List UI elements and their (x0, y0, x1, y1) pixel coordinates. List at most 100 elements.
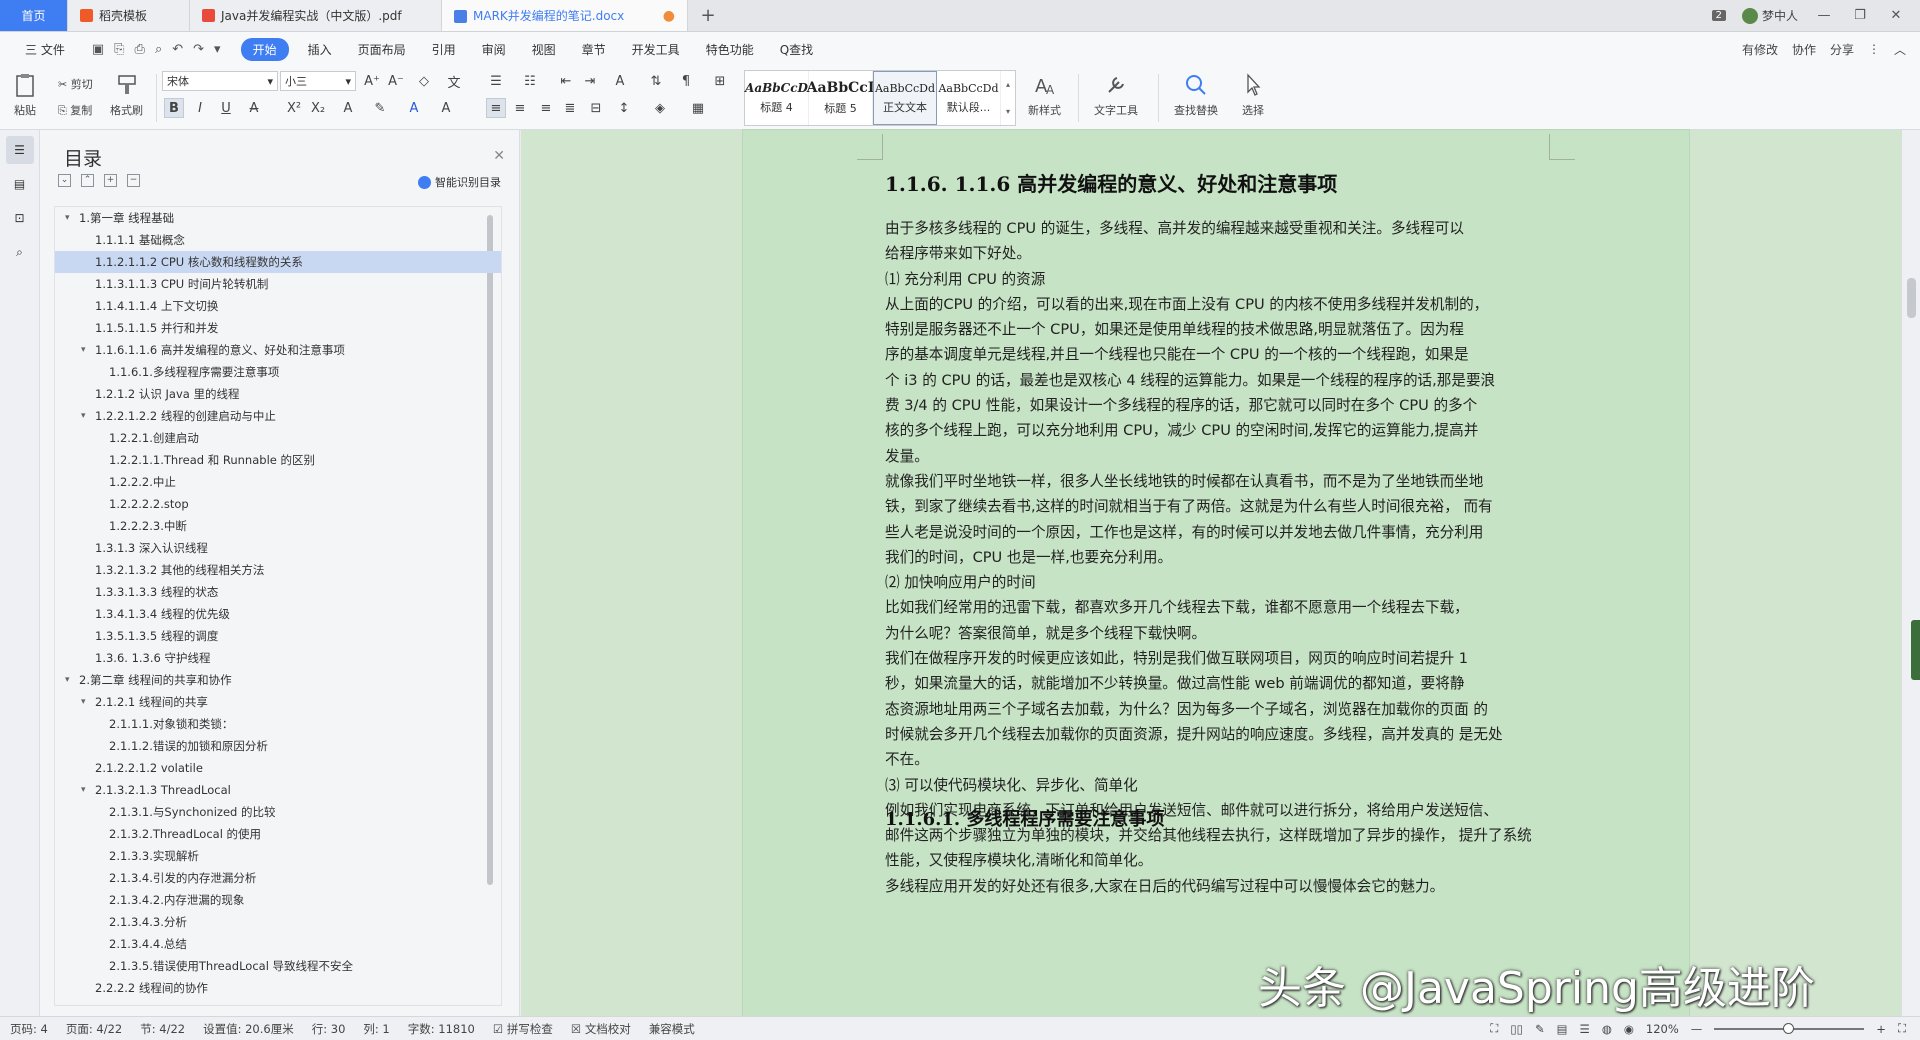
align-right-icon[interactable]: ≡ (536, 98, 556, 118)
toc-item[interactable]: ▾ 2.第二章 线程间的共享和协作 (55, 669, 501, 691)
add-heading-icon[interactable]: + (104, 174, 117, 187)
remove-heading-icon[interactable]: − (127, 174, 140, 187)
status-pages[interactable]: 页面: 4/22 (66, 1021, 122, 1037)
toc-item[interactable]: 1.1.3.1.1.3 CPU 时间片轮转机制 (55, 273, 501, 295)
toc-item[interactable]: ▾ 1.第一章 线程基础 (55, 207, 501, 229)
side-panel-handle[interactable] (1911, 620, 1920, 680)
line-spacing-icon[interactable]: ↕ (614, 98, 634, 118)
toc-item[interactable]: 2.1.3.4.2.内存泄漏的现象 (55, 889, 501, 911)
toc-item[interactable]: 2.1.3.5.错误使用ThreadLocal 导致线程不安全 (55, 955, 501, 977)
pages-panel-icon[interactable]: ▤ (6, 170, 34, 198)
clear-format-icon[interactable]: ◇ (414, 71, 434, 91)
status-word-count[interactable]: 字数: 11810 (408, 1021, 475, 1037)
subscript-icon[interactable]: X₂ (308, 98, 328, 118)
menu-references[interactable]: 引用 (419, 41, 469, 58)
collapse-all-icon[interactable]: ⌄ (58, 174, 71, 187)
style-body-text[interactable]: AaBbCcDd 正文文本 (873, 71, 937, 125)
style-heading-5[interactable]: AaBbCcI 标题 5 (807, 71, 874, 125)
zoom-slider-knob[interactable] (1783, 1022, 1795, 1034)
numbered-list-icon[interactable]: ☷ (520, 71, 540, 91)
page-view-icon[interactable]: ▤ (1557, 1022, 1568, 1036)
expand-arrow-icon[interactable]: ▾ (81, 779, 86, 801)
increase-indent-icon[interactable]: ⇥ (580, 71, 600, 91)
bookmark-panel-icon[interactable]: ⊡ (6, 204, 34, 232)
toc-item[interactable]: 2.1.1.1.对象锁和类锁： (55, 713, 501, 735)
expand-arrow-icon[interactable]: ▾ (81, 691, 86, 713)
toc-panel-icon[interactable]: ☰ (5, 136, 34, 164)
toc-item[interactable]: 2.1.1.2.错误的加锁和原因分析 (55, 735, 501, 757)
web-view-icon[interactable]: ◍ (1602, 1022, 1612, 1036)
menu-developer[interactable]: 开发工具 (619, 41, 693, 58)
toc-item[interactable]: 1.3.4.1.3.4 线程的优先级 (55, 603, 501, 625)
zoom-in-icon[interactable]: + (1876, 1022, 1886, 1036)
new-style-button[interactable]: AA 新样式 (1028, 72, 1061, 118)
font-name-select[interactable]: 宋体 ▾ (162, 71, 278, 91)
zoom-slider[interactable] (1714, 1022, 1865, 1034)
find-replace-button[interactable]: 查找替换 (1174, 72, 1218, 118)
toc-item[interactable]: ▾ 2.1.3.2.1.3 ThreadLocal (55, 779, 501, 801)
customize-icon[interactable]: ▾ (214, 42, 221, 57)
new-tab-button[interactable]: + (688, 0, 728, 31)
find-panel-icon[interactable]: ⌕ (6, 238, 34, 266)
menu-layout[interactable]: 页面布局 (345, 41, 419, 58)
write-mode-icon[interactable]: ✎ (1535, 1022, 1545, 1036)
toc-item[interactable]: 1.2.2.2.中止 (55, 471, 501, 493)
menu-insert[interactable]: 插入 (295, 41, 345, 58)
toc-item[interactable]: 2.1.3.3.实现解析 (55, 845, 501, 867)
menu-section[interactable]: 章节 (569, 41, 619, 58)
outline-view-icon[interactable]: ☰ (1580, 1022, 1590, 1036)
toc-item[interactable]: 1.2.1.2 认识 Java 里的线程 (55, 383, 501, 405)
toc-item[interactable]: 2.1.3.2.ThreadLocal 的使用 (55, 823, 501, 845)
toc-item[interactable]: 1.1.5.1.1.5 并行和并发 (55, 317, 501, 339)
distribute-icon[interactable]: ⊟ (586, 98, 606, 118)
window-count-badge[interactable]: 2 (1711, 10, 1726, 21)
status-column[interactable]: 列: 1 (363, 1021, 389, 1037)
toc-item[interactable]: 1.1.2.1.1.2 CPU 核心数和线程数的关系 (55, 251, 501, 273)
tab-docer-templates[interactable]: 稻壳模板 (68, 0, 190, 31)
toc-item[interactable]: 1.1.1.1 基础概念 (55, 229, 501, 251)
toc-item[interactable]: 1.2.2.1.创建启动 (55, 427, 501, 449)
toc-item[interactable]: 1.1.4.1.1.4 上下文切换 (55, 295, 501, 317)
font-color-icon[interactable]: A (404, 98, 424, 118)
redo-icon[interactable]: ↷ (193, 42, 204, 57)
highlight-icon[interactable]: ✎ (370, 98, 390, 118)
bullet-list-icon[interactable]: ☰ (486, 71, 506, 91)
menu-review[interactable]: 审阅 (469, 41, 519, 58)
shrink-font-icon[interactable]: A⁻ (386, 71, 406, 91)
tab-home[interactable]: 首页 (0, 0, 68, 31)
status-line[interactable]: 行: 30 (312, 1021, 346, 1037)
toc-item[interactable]: 2.1.2.2.1.2 volatile (55, 757, 501, 779)
fit-page-icon[interactable]: ⛶ (1898, 1021, 1906, 1036)
spell-check-button[interactable]: ☑ 拼写检查 (493, 1021, 553, 1037)
text-tool-button[interactable]: 文字工具 (1094, 72, 1138, 118)
save-icon[interactable]: ▣ (92, 42, 104, 57)
toc-item[interactable]: 1.3.6. 1.3.6 守护线程 (55, 647, 501, 669)
chevron-up-icon[interactable]: ▴ (1006, 80, 1010, 89)
toc-item[interactable]: 1.3.1.3 深入认识线程 (55, 537, 501, 559)
more-icon[interactable]: ⋮ (1868, 42, 1880, 56)
status-position[interactable]: 设置值: 20.6厘米 (203, 1021, 294, 1037)
print-icon[interactable]: ⎙ (135, 42, 145, 57)
toc-item[interactable]: ▾ 1.2.2.1.2.2 线程的创建启动与中止 (55, 405, 501, 427)
toc-item[interactable]: 2.1.3.4.3.分析 (55, 911, 501, 933)
tab-docx-file[interactable]: MARK并发编程的笔记.docx ● (442, 0, 688, 31)
toc-item[interactable]: ▾ 1.1.6.1.1.6 高并发编程的意义、好处和注意事项 (55, 339, 501, 361)
italic-icon[interactable]: I (190, 98, 210, 118)
menu-view[interactable]: 视图 (519, 41, 569, 58)
zoom-out-icon[interactable]: — (1691, 1022, 1703, 1036)
scroll-thumb[interactable] (1907, 278, 1916, 318)
expand-arrow-icon[interactable]: ▾ (81, 405, 86, 427)
toc-item[interactable]: 1.3.3.1.3.3 线程的状态 (55, 581, 501, 603)
toc-item[interactable]: 1.2.2.2.2.stop (55, 493, 501, 515)
smart-toc-button[interactable]: 智能识别目录 (418, 174, 501, 190)
chevron-down-icon[interactable]: ▾ (1006, 107, 1010, 116)
grow-font-icon[interactable]: A⁺ (362, 71, 382, 91)
user-account[interactable]: 梦中人 (1741, 7, 1798, 25)
proofread-button[interactable]: ☒ 文档校对 (571, 1021, 631, 1037)
toc-item[interactable]: 1.1.6.1.多线程程序需要注意事项 (55, 361, 501, 383)
menu-home[interactable]: 开始 (240, 37, 289, 61)
cut-button[interactable]: ✂ 剪切 (58, 76, 93, 92)
show-marks-icon[interactable]: ¶ (676, 71, 696, 91)
superscript-icon[interactable]: X² (284, 98, 304, 118)
print-preview-icon[interactable]: ⌕ (155, 42, 162, 57)
